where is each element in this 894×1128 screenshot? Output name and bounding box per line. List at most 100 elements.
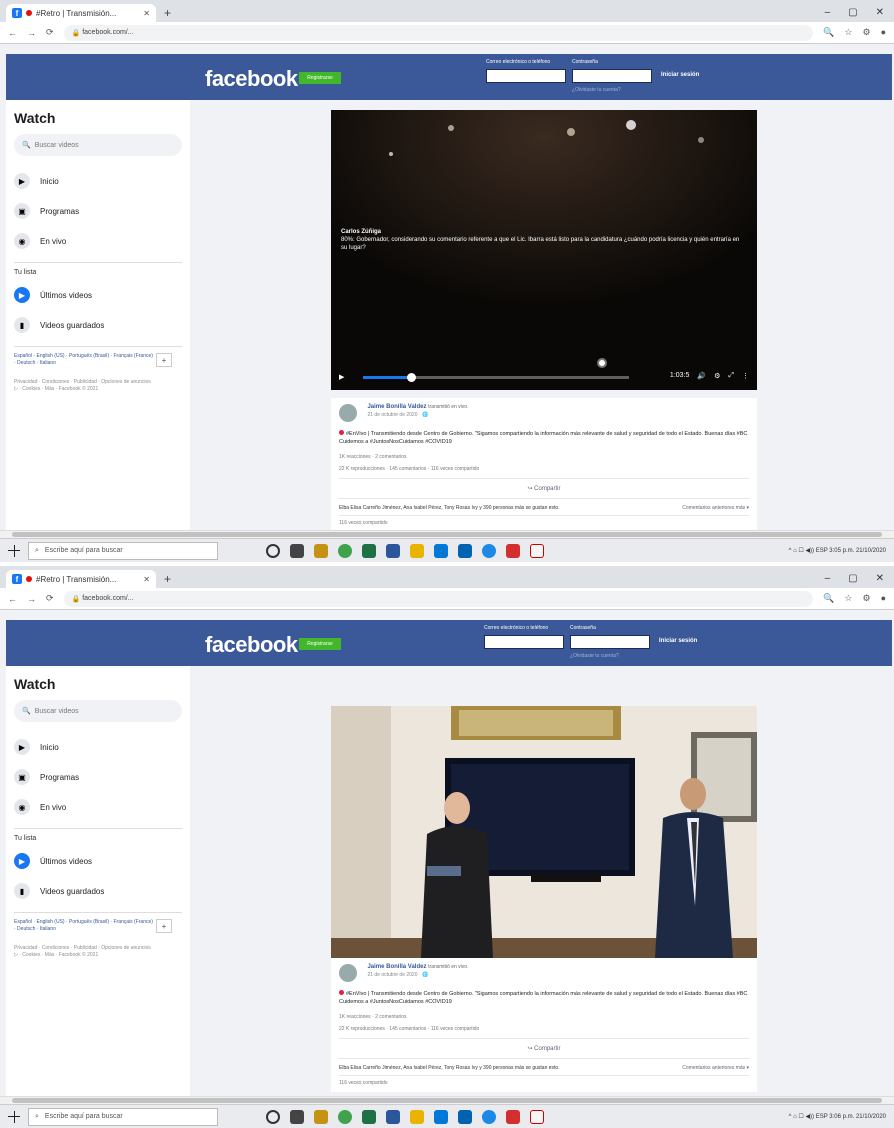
store-icon[interactable] [434, 543, 448, 558]
cortana-icon[interactable] [266, 1109, 280, 1124]
language-links[interactable]: Español · English (US) · Português (Bras… [14, 919, 154, 933]
search-input[interactable]: 🔍 Buscar videos [14, 134, 182, 156]
volume-icon[interactable]: 🔊 [697, 372, 706, 380]
views-summary[interactable]: 22 K reproducciones · 145 comentarios · … [339, 466, 749, 472]
progress-bar[interactable] [363, 358, 629, 382]
task-view-icon[interactable] [290, 1109, 304, 1124]
sidebar-item-live[interactable]: ◉ En vivo [14, 226, 182, 256]
excel-icon[interactable] [362, 543, 376, 558]
minimize-button[interactable]: – [825, 7, 831, 18]
settings-app-icon[interactable] [482, 543, 496, 558]
author-name[interactable]: Jaime Bonilla Valdez [367, 964, 426, 970]
login-button[interactable]: Iniciar sesión [661, 72, 699, 78]
minimize-button[interactable]: – [825, 573, 831, 584]
search-input[interactable]: 🔍 Buscar videos [14, 700, 182, 722]
more-comments-link[interactable]: Comentarios anteriores más ▾ [682, 505, 749, 511]
register-button[interactable]: Registrarse [299, 72, 341, 84]
likes-text[interactable]: Elba Elisa Carreño Jiménez, Ana Isabel P… [339, 505, 560, 511]
system-tray[interactable]: ^ ⌂ ☐ ◀)) ESP 3:06 p.m. 21/10/2020 [789, 1113, 886, 1120]
progress-knob[interactable] [406, 373, 416, 382]
sidebar-item-shows[interactable]: ▣ Programas [14, 762, 182, 792]
new-tab-button[interactable]: + [164, 6, 171, 20]
horizontal-scrollbar[interactable] [0, 1096, 894, 1104]
sidebar-item-home[interactable]: ▶ Inicio [14, 166, 182, 196]
profile-icon[interactable]: ● [881, 593, 886, 604]
cortana-icon[interactable] [266, 543, 280, 558]
windows-start-icon[interactable] [8, 1110, 20, 1123]
more-comments-link[interactable]: Comentarios anteriores más ▾ [682, 1065, 749, 1071]
footer-links[interactable]: Privacidad · Condiciones · Publicidad · … [14, 945, 154, 959]
zoom-icon[interactable]: 🔍 [823, 27, 834, 38]
system-tray[interactable]: ^ ⌂ ☐ ◀)) ESP 3:05 p.m. 21/10/2020 [789, 547, 886, 554]
sticky-notes-icon[interactable] [410, 1109, 424, 1124]
forward-icon[interactable]: → [27, 594, 36, 604]
outlook-icon[interactable] [458, 1109, 472, 1124]
pdf-reader-icon[interactable] [530, 1109, 544, 1124]
views-summary[interactable]: 22 K reproducciones · 145 comentarios · … [339, 1026, 749, 1032]
reload-icon[interactable]: ⟳ [46, 27, 54, 38]
post-date[interactable]: 21 de octubre de 2020 · 🌐 [367, 412, 468, 418]
back-icon[interactable]: ← [8, 594, 17, 604]
facebook-logo[interactable]: facebook [205, 632, 298, 658]
password-field[interactable] [572, 69, 652, 83]
outlook-icon[interactable] [458, 543, 472, 558]
browser-tab[interactable]: f #Retro | Transmisión... ✕ [6, 4, 156, 22]
chrome-icon[interactable] [338, 543, 352, 558]
excel-icon[interactable] [362, 1109, 376, 1124]
extensions-icon[interactable]: ⚙ [862, 593, 870, 604]
sidebar-item-latest-videos[interactable]: ▶ Últimos videos [14, 280, 182, 310]
forgot-account-link[interactable]: ¿Olvidaste tu cuenta? [572, 87, 621, 93]
fullscreen-icon[interactable]: ⤢ [728, 372, 734, 380]
reload-icon[interactable]: ⟳ [46, 593, 54, 604]
store-icon[interactable] [434, 1109, 448, 1124]
profile-icon[interactable]: ● [881, 27, 886, 38]
post-date[interactable]: 21 de octubre de 2020 · 🌐 [367, 972, 468, 978]
tab-close-icon[interactable]: ✕ [143, 9, 150, 18]
file-explorer-icon[interactable] [314, 1109, 328, 1124]
login-button[interactable]: Iniciar sesión [659, 638, 697, 644]
forgot-account-link[interactable]: ¿Olvidaste tu cuenta? [570, 653, 619, 659]
forward-icon[interactable]: → [27, 28, 36, 38]
more-icon[interactable]: ⋮ [742, 372, 749, 380]
taskbar-search-input[interactable]: ⌕ Escribe aquí para buscar [28, 1107, 218, 1126]
share-button[interactable]: ↪ Compartir [339, 479, 749, 498]
extensions-icon[interactable]: ⚙ [862, 27, 870, 38]
sidebar-item-home[interactable]: ▶ Inicio [14, 732, 182, 762]
powerpoint-icon[interactable] [506, 1109, 520, 1124]
tab-close-icon[interactable]: ✕ [143, 575, 150, 584]
footer-links[interactable]: Privacidad · Condiciones · Publicidad · … [14, 379, 154, 393]
language-links[interactable]: Español · English (US) · Português (Bras… [14, 353, 154, 367]
author-name[interactable]: Jaime Bonilla Valdez [367, 404, 426, 410]
close-window-button[interactable]: ✕ [876, 573, 884, 584]
reactions-summary[interactable]: 1K reacciones · 2 comentarios [339, 1014, 749, 1020]
shares-count[interactable]: 116 veces compartido [339, 1075, 749, 1086]
file-explorer-icon[interactable] [314, 543, 328, 558]
star-icon[interactable]: ☆ [844, 593, 852, 604]
password-field[interactable] [570, 635, 650, 649]
star-icon[interactable]: ☆ [844, 27, 852, 38]
sidebar-item-live[interactable]: ◉ En vivo [14, 792, 182, 822]
zoom-icon[interactable]: 🔍 [823, 593, 834, 604]
task-view-icon[interactable] [290, 543, 304, 558]
sidebar-item-saved-videos[interactable]: ▮ Videos guardados [14, 876, 182, 906]
video-player[interactable]: Carlos Zúñiga 80%: Gobernador, considera… [331, 110, 757, 390]
sidebar-item-saved-videos[interactable]: ▮ Videos guardados [14, 310, 182, 340]
browser-tab[interactable]: f #Retro | Transmisión... ✕ [6, 570, 156, 588]
maximize-button[interactable]: ▢ [848, 573, 857, 584]
url-field[interactable]: 🔒 facebook.com/... [63, 24, 814, 41]
video-player[interactable] [331, 706, 757, 958]
play-icon[interactable]: ▶ [339, 373, 344, 381]
back-icon[interactable]: ← [8, 28, 17, 38]
avatar[interactable] [339, 404, 357, 422]
close-window-button[interactable]: ✕ [876, 7, 884, 18]
maximize-button[interactable]: ▢ [848, 7, 857, 18]
add-language-button[interactable]: + [156, 919, 172, 933]
scrollbar-thumb[interactable] [12, 532, 882, 537]
windows-start-icon[interactable] [8, 544, 20, 557]
register-button[interactable]: Registrarse [299, 638, 341, 650]
taskbar-search-input[interactable]: ⌕ Escribe aquí para buscar [28, 541, 218, 560]
shares-count[interactable]: 116 veces compartido [339, 515, 749, 526]
url-field[interactable]: 🔒 facebook.com/... [63, 590, 814, 607]
avatar[interactable] [339, 964, 357, 982]
reactions-summary[interactable]: 1K reacciones · 2 comentarios [339, 454, 749, 460]
